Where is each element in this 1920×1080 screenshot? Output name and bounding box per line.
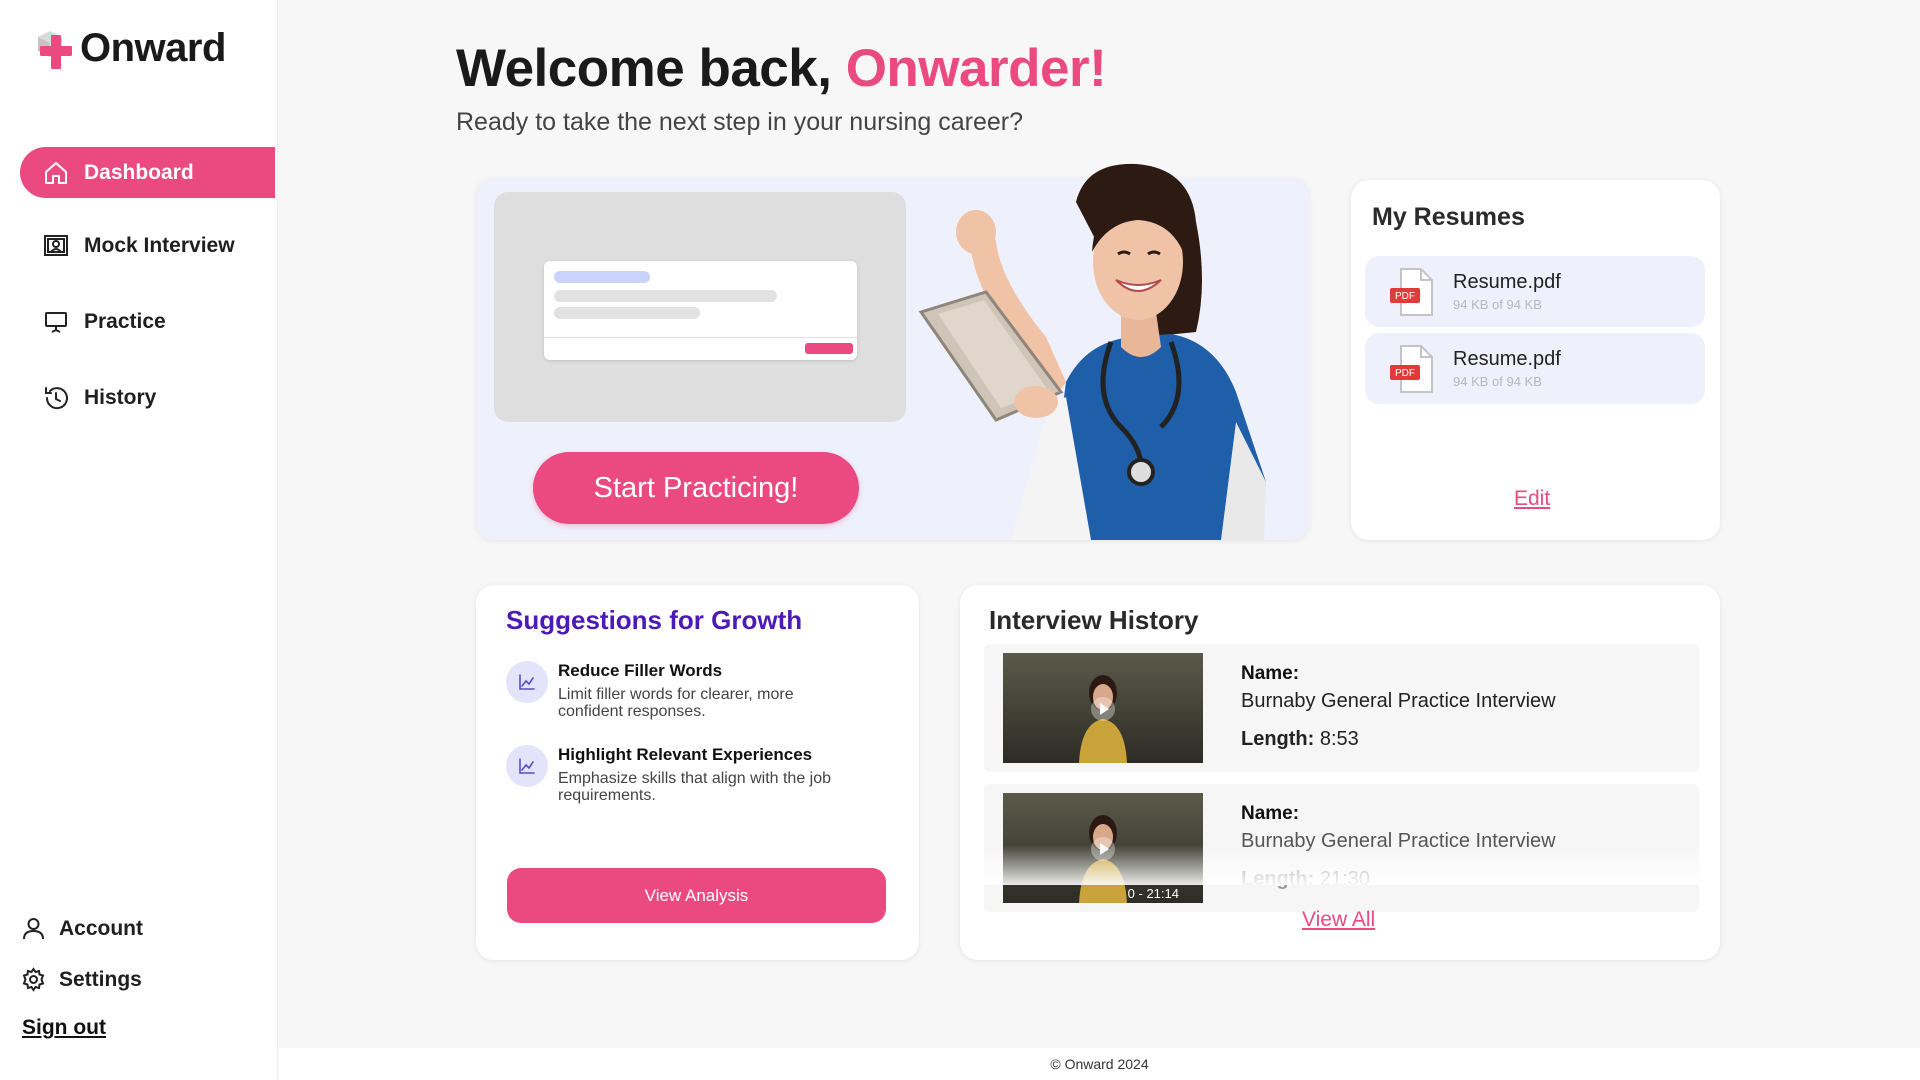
page-title: Welcome back, Onwarder! (456, 38, 1107, 99)
suggestion-description: Emphasize skills that align with the job… (558, 770, 832, 804)
play-icon[interactable] (1091, 697, 1115, 721)
sign-out-link[interactable]: Sign out (22, 1016, 106, 1040)
video-duration: 0 - 21:14 (1127, 886, 1179, 901)
pdf-badge: PDF (1395, 291, 1415, 302)
trend-chart-icon (506, 661, 548, 703)
play-icon[interactable] (1091, 837, 1115, 861)
settings-label: Settings (59, 967, 142, 991)
sidebar-item-dashboard[interactable]: Dashboard (20, 147, 275, 198)
suggestions-title: Suggestions for Growth (506, 605, 803, 635)
history-row[interactable]: Name: Burnaby General Practice Interview… (984, 644, 1699, 772)
sidebar: Onward Dashboard Mock Interview Practice… (0, 0, 278, 1080)
history-icon (45, 386, 68, 409)
interview-name: Burnaby General Practice Interview (1241, 830, 1556, 852)
pdf-file-icon: PDF (1390, 345, 1433, 393)
length-value: 21:30 (1319, 868, 1370, 890)
suggestion-description: Limit filler words for clearer, more con… (558, 686, 794, 720)
sidebar-item-label: History (84, 385, 157, 409)
resume-item[interactable]: PDF Resume.pdf 94 KB of 94 KB (1365, 256, 1705, 327)
suggestion-title: Reduce Filler Words (558, 661, 723, 680)
footer: © Onward 2024 (279, 1048, 1920, 1080)
nurse-illustration (918, 163, 1266, 540)
view-all-link[interactable]: View All (1302, 908, 1375, 932)
resume-file-name: Resume.pdf (1453, 348, 1561, 370)
length-value: 8:53 (1319, 728, 1359, 750)
history-row[interactable]: 0 - 21:14 Name: Burnaby General Practice… (984, 784, 1699, 912)
my-resumes-title: My Resumes (1372, 203, 1525, 231)
logo[interactable]: Onward (30, 26, 226, 71)
presentation-icon (45, 311, 67, 333)
page-subtitle: Ready to take the next step in your nurs… (456, 108, 1023, 136)
edit-resumes-link[interactable]: Edit (1514, 487, 1550, 511)
account-label: Account (59, 916, 143, 940)
mock-screen-illustration (494, 192, 906, 422)
user-icon (23, 918, 44, 940)
sidebar-item-label: Mock Interview (84, 233, 235, 257)
sidebar-item-mock-interview[interactable]: Mock Interview (20, 220, 275, 271)
pdf-badge: PDF (1395, 368, 1415, 379)
hero-card: Start Practicing! (476, 163, 1309, 540)
resume-file-size: 94 KB of 94 KB (1453, 374, 1542, 389)
suggestion-title: Highlight Relevant Experiences (558, 745, 813, 764)
logo-cross-icon (38, 30, 72, 69)
settings-link[interactable]: Settings (20, 966, 142, 993)
name-label: Name: (1241, 803, 1300, 824)
trend-chart-icon (506, 745, 548, 787)
interview-icon (44, 234, 68, 256)
resume-file-size: 94 KB of 94 KB (1453, 297, 1542, 312)
interview-history-title: Interview History (989, 605, 1199, 635)
interview-history-card: Interview History Name: Burnaby General … (960, 585, 1720, 960)
video-thumbnail[interactable] (1003, 653, 1203, 763)
pdf-file-icon: PDF (1390, 268, 1433, 316)
sidebar-item-history[interactable]: History (20, 372, 275, 423)
length-label: Length: (1241, 728, 1315, 750)
my-resumes-card: My Resumes PDF Resume.pdf 94 KB of 94 KB… (1351, 180, 1720, 540)
sidebar-item-label: Dashboard (84, 160, 194, 184)
welcome-text: Welcome back, (456, 39, 846, 98)
logo-text: Onward (80, 26, 226, 70)
resume-item[interactable]: PDF Resume.pdf 94 KB of 94 KB (1365, 333, 1705, 404)
suggestions-card: Suggestions for Growth Reduce Filler Wor… (476, 585, 919, 960)
mock-window (544, 261, 857, 360)
account-link[interactable]: Account (20, 915, 143, 942)
name-label: Name: (1241, 663, 1300, 684)
resume-file-name: Resume.pdf (1453, 271, 1561, 293)
interview-length: Length: 21:30 (1241, 868, 1370, 891)
gear-icon (22, 967, 45, 992)
view-analysis-button[interactable]: View Analysis (507, 868, 886, 923)
home-icon (45, 161, 67, 184)
sidebar-item-label: Practice (84, 309, 166, 333)
user-name: Onwarder! (845, 39, 1107, 98)
video-thumbnail[interactable]: 0 - 21:14 (1003, 793, 1203, 903)
interview-length: Length: 8:53 (1241, 728, 1359, 751)
length-label: Length: (1241, 868, 1315, 890)
start-practicing-button[interactable]: Start Practicing! (533, 452, 859, 524)
interview-name: Burnaby General Practice Interview (1241, 690, 1556, 712)
sidebar-item-practice[interactable]: Practice (20, 296, 275, 347)
